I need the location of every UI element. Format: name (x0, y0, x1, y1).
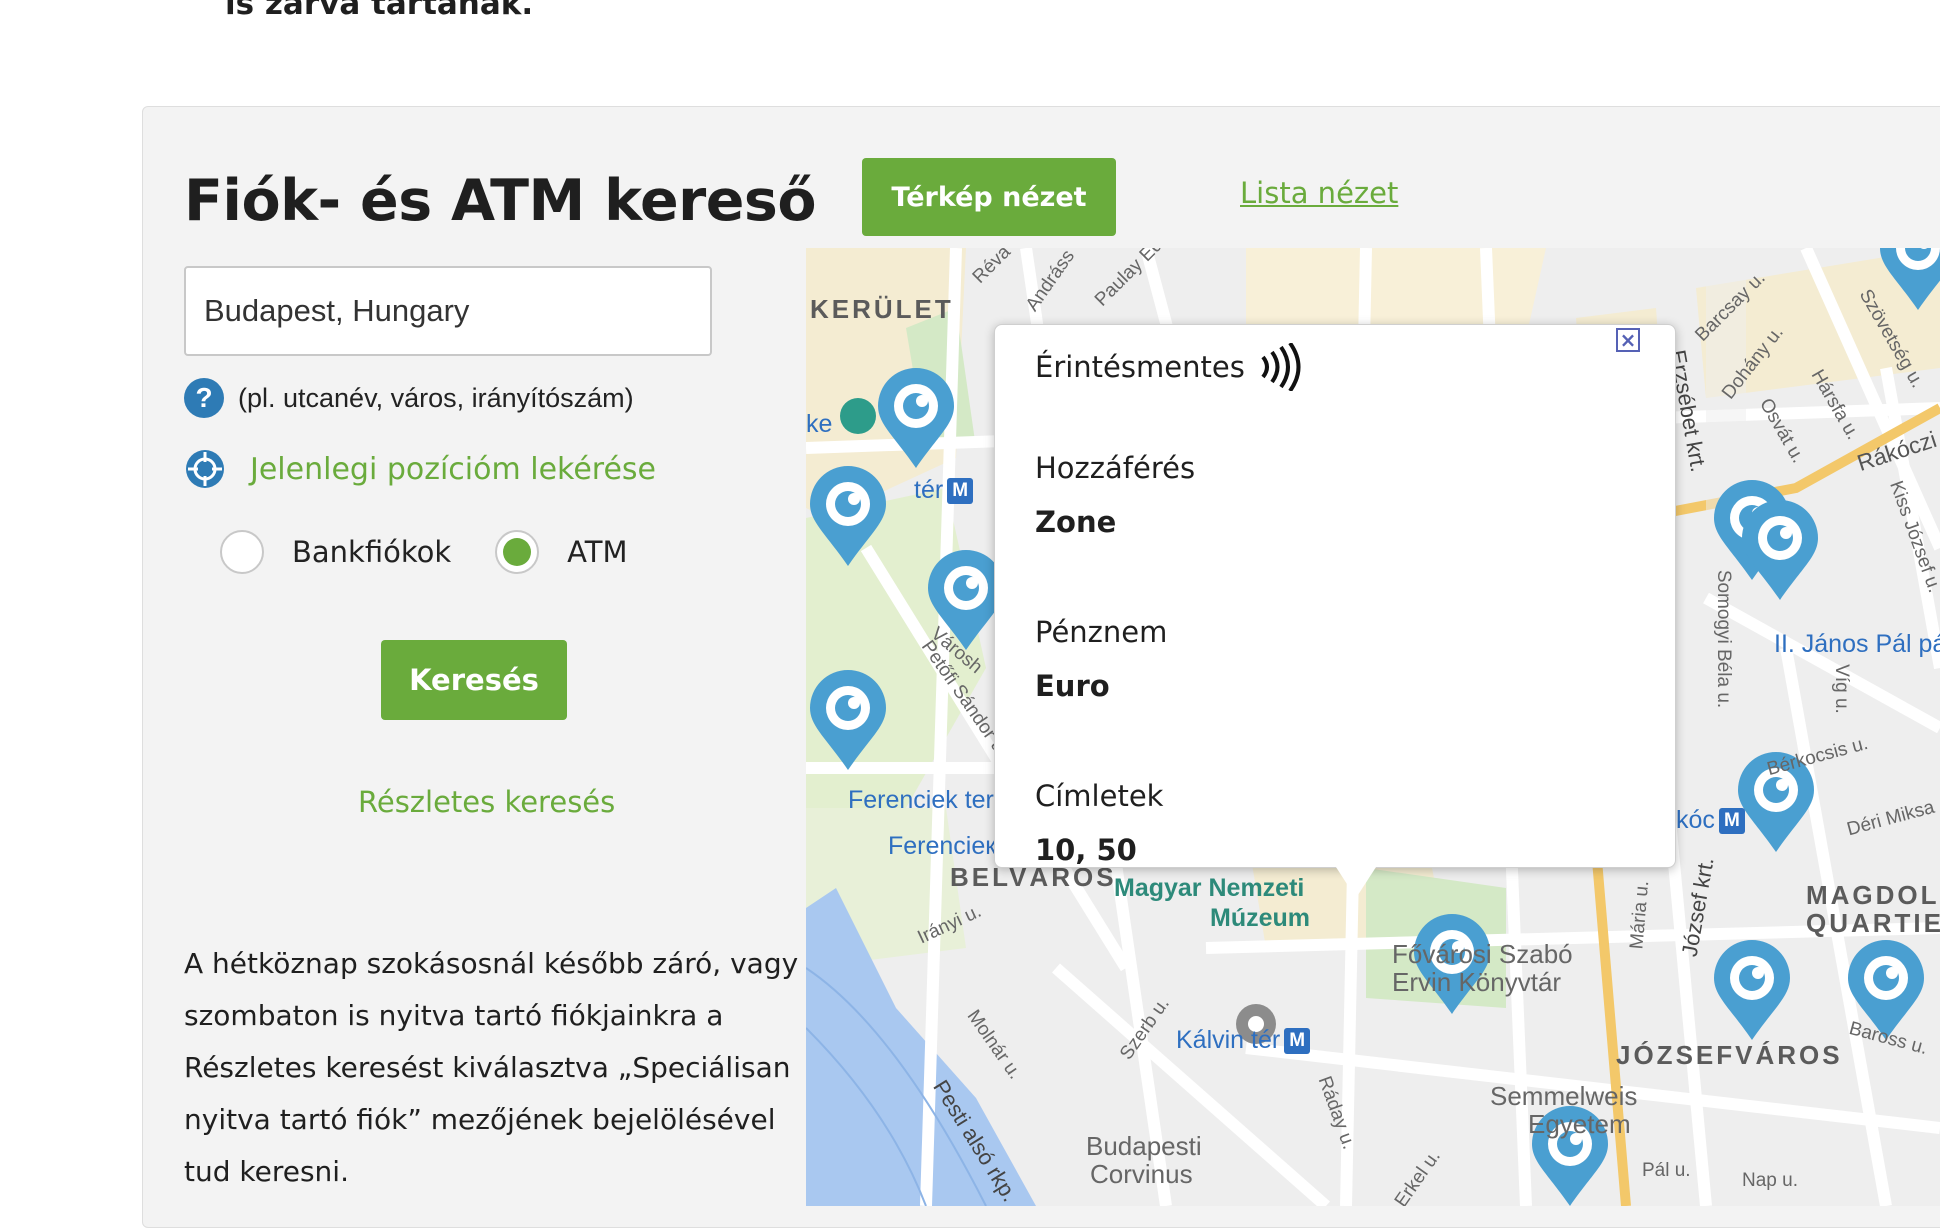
crosshair-icon (186, 450, 224, 488)
page-title: Fiók- és ATM kereső (184, 168, 817, 234)
contactless-icon (1261, 343, 1301, 391)
atm-marker[interactable] (1738, 498, 1822, 602)
map-label-district: KERÜLET (810, 294, 954, 324)
map-label-street: Somogyi Béla u. (1713, 569, 1735, 709)
atm-marker[interactable] (1710, 938, 1794, 1042)
map-label-museum: Múzeum (1210, 904, 1310, 932)
atm-marker[interactable] (1876, 248, 1940, 312)
atm-marker[interactable] (806, 668, 890, 772)
popup-pointer (1334, 864, 1378, 898)
map-label-poi: Egyetem (1528, 1109, 1631, 1139)
atm-marker[interactable] (874, 366, 958, 470)
access-label: Hozzáférés (1035, 451, 1196, 485)
map-label-metro: kóc M (1676, 806, 1745, 835)
contactless-label: Érintésmentes (1035, 350, 1245, 384)
map-label-metro: Kálvin tér M (1176, 1026, 1311, 1055)
map-label-district: QUARTIER (1806, 908, 1940, 938)
location-search-input[interactable] (184, 266, 712, 356)
access-value: Zone (1035, 505, 1117, 539)
map-label-street: Víg u. (1830, 664, 1852, 714)
search-hint: (pl. utcanév, város, irányítószám) (238, 382, 634, 413)
map-label-poi: Budapesti (1086, 1131, 1202, 1161)
denominations-label: Címletek (1035, 779, 1164, 813)
radio-branches[interactable] (220, 530, 264, 574)
radio-selected-dot (503, 538, 532, 566)
map-label-metro: tér M (914, 476, 974, 505)
map-label-poi: Ervin Könyvtár (1392, 967, 1562, 997)
map-view-button[interactable]: Térkép nézet (862, 158, 1116, 236)
map-label-district: JÓZSEFVÁROS (1616, 1040, 1843, 1070)
map-label-poi: Corvinus (1090, 1159, 1193, 1189)
current-location-label: Jelenlegi pozícióm lekérése (250, 451, 657, 487)
list-view-link[interactable]: Lista nézet (1240, 176, 1398, 210)
radio-atm[interactable] (495, 530, 540, 574)
intro-text-tail: is zárva tartanak. (225, 0, 534, 22)
map-label-street: Nap u. (1742, 1170, 1798, 1191)
popup-header: Érintésmentes (1035, 343, 1303, 391)
map-label-square: II. János Pál pá (1774, 630, 1940, 658)
special-hours-info: A hétköznap szokásosnál később záró, vag… (184, 947, 799, 1188)
map-label-poi: Fővárosi Szabó (1392, 939, 1573, 969)
search-button[interactable]: Keresés (381, 640, 567, 720)
map-label-street: Pál u. (1642, 1160, 1691, 1181)
map-label-metro: Ferencieк (888, 832, 997, 860)
radio-atm-label[interactable]: ATM (567, 535, 627, 569)
currency-label: Pénznem (1035, 615, 1168, 649)
currency-value: Euro (1035, 669, 1110, 703)
map-label-poi: Semmelweis (1490, 1081, 1638, 1111)
radio-branches-label[interactable]: Bankfiókok (292, 535, 451, 569)
search-help: ? (pl. utcanév, város, irányítószám) (184, 378, 634, 418)
map-label-district: MAGDOLNA (1806, 880, 1940, 910)
atm-info-popup: Érintésmentes Hozzáférés Zone Pénznem Eu… (994, 324, 1676, 868)
denominations-value: 10, 50 (1035, 833, 1137, 867)
map-label: ke (806, 410, 833, 438)
map-label-metro: Ferenciek ter (848, 786, 994, 814)
close-icon[interactable]: × (1616, 328, 1640, 352)
map-label-museum: Magyar Nemzeti (1114, 874, 1305, 902)
advanced-search-link[interactable]: Részletes keresés (358, 785, 615, 819)
type-radio-group: Bankfiókok ATM (220, 530, 671, 574)
question-icon[interactable]: ? (184, 378, 224, 418)
current-location-link[interactable]: Jelenlegi pozícióm lekérése (184, 448, 656, 490)
atm-marker[interactable] (806, 464, 890, 568)
